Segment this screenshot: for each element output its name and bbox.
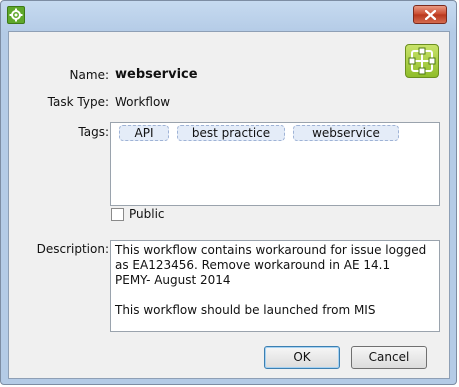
public-label[interactable]: Public [129,207,165,221]
tag-best-practice[interactable]: best practice [177,125,285,141]
description-field[interactable]: This workflow contains workaround for is… [110,240,440,332]
close-button[interactable] [413,5,447,24]
tags-label: Tags: [78,125,109,139]
ok-button[interactable]: OK [264,346,340,369]
dialog-window: Name: webservice Task Type: Workflow Tag… [0,0,457,385]
tags-field[interactable]: API best practice webservice [110,122,440,206]
task-type-value: Workflow [115,95,171,109]
dialog-content: Name: webservice Task Type: Workflow Tag… [8,31,450,379]
public-checkbox[interactable] [111,208,124,221]
description-label: Description: [36,242,109,256]
gear-icon [7,6,25,24]
cancel-button[interactable]: Cancel [351,346,427,369]
workflow-icon [405,44,439,78]
name-value: webservice [115,67,198,82]
task-type-label: Task Type: [47,95,109,109]
name-label: Name: [69,68,109,82]
tag-api[interactable]: API [119,125,169,141]
tag-webservice[interactable]: webservice [293,125,399,141]
close-icon [425,10,436,20]
